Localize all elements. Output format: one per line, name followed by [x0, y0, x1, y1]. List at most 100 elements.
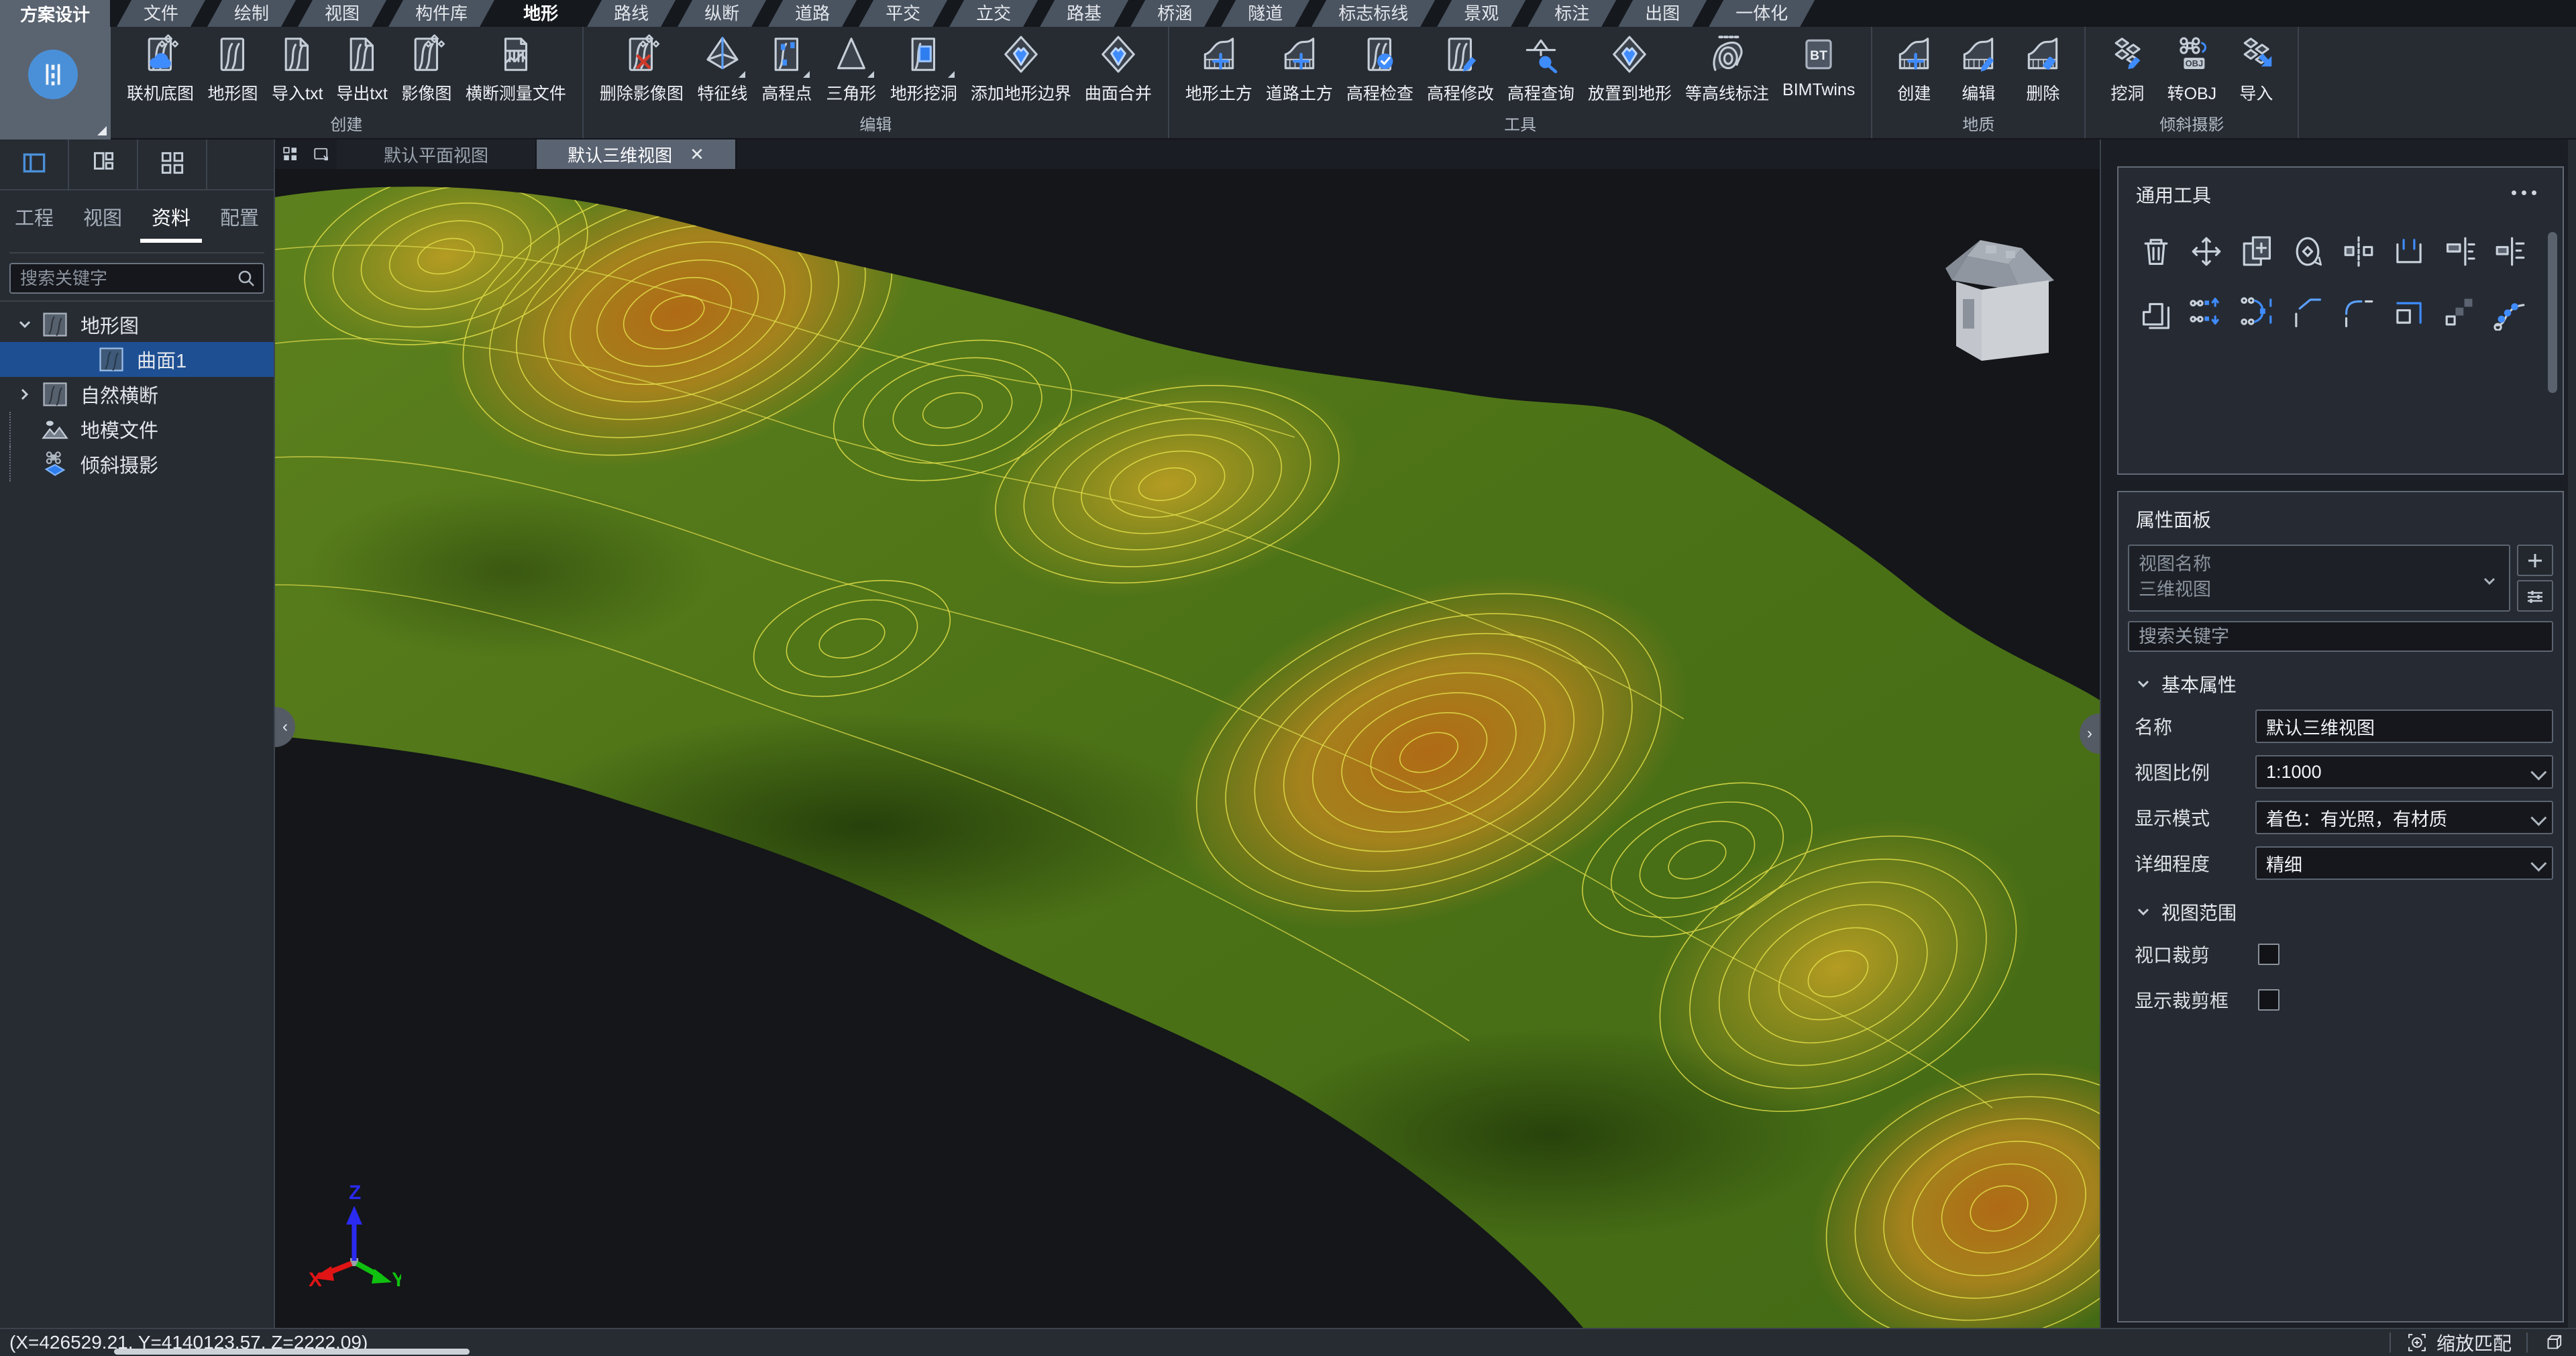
properties-search-input[interactable] — [2128, 621, 2553, 652]
tool-move-button[interactable] — [2182, 232, 2233, 274]
ribbon-geology-create-button[interactable]: 创建 — [1882, 31, 1946, 107]
tool-array-button[interactable] — [2434, 292, 2485, 334]
show-clip-box-checkbox[interactable] — [2258, 989, 2279, 1011]
ribbon-image-map-button[interactable]: 影像图 — [394, 31, 459, 107]
tree-item-曲面1[interactable]: 曲面1 — [0, 342, 274, 377]
tool-copy-button[interactable] — [2232, 232, 2283, 274]
home-view-house-icon[interactable] — [1939, 227, 2059, 374]
view-name-dropdown[interactable]: 视图名称 三维视图 — [2128, 545, 2510, 612]
ribbon-place-on-terrain-button[interactable]: 放置到地形 — [1581, 31, 1678, 107]
ribbon-import-txt-button[interactable]: 导入txt — [265, 31, 329, 107]
layout-mosaic-button[interactable] — [88, 148, 119, 182]
tool-mirror-button[interactable] — [2333, 232, 2384, 274]
filter-settings-button[interactable] — [2517, 580, 2553, 612]
tool-fillet-button[interactable] — [2333, 292, 2384, 334]
viewport[interactable]: 默认平面视图默认三维视图✕ — [275, 139, 2100, 1328]
app-home-button[interactable]: 方案设计 — [0, 0, 110, 27]
status-scrollbar[interactable] — [114, 1349, 470, 1355]
menu-tab-一体化[interactable]: 一体化 — [1709, 0, 1815, 27]
menu-tab-路基[interactable]: 路基 — [1040, 0, 1128, 27]
zoom-fit-button[interactable]: 缩放匹配 — [2406, 1329, 2512, 1356]
ribbon-oblique-hole-button[interactable]: 挖洞 — [2095, 31, 2159, 107]
menu-tab-纵断[interactable]: 纵断 — [678, 0, 766, 27]
display-mode-select[interactable]: 着色：有光照，有材质 — [2255, 801, 2553, 834]
menu-tab-隧道[interactable]: 隧道 — [1221, 0, 1309, 27]
tool-stretch-down-button[interactable] — [2232, 292, 2283, 334]
menu-tab-视图[interactable]: 视图 — [298, 0, 386, 27]
ribbon-export-txt-button[interactable]: 导出txt — [329, 31, 394, 107]
view-cube-button[interactable] — [2542, 1331, 2576, 1354]
terrain-3d-canvas[interactable] — [275, 169, 2100, 1328]
viewport-clip-checkbox[interactable] — [2258, 944, 2279, 965]
ribbon-terrain-map-button[interactable]: 地形图 — [201, 31, 265, 107]
layout-grid-button[interactable] — [157, 148, 188, 182]
ribbon-elevation-point-button[interactable]: 高程点 — [755, 31, 819, 107]
view-scale-select[interactable]: 1:1000 — [2255, 755, 2553, 789]
ribbon-elevation-query-button[interactable]: 高程查询 — [1501, 31, 1581, 107]
ribbon-satellite-basemap-button[interactable]: 联机底图 — [120, 31, 201, 107]
layout-single-button[interactable] — [19, 148, 50, 182]
tool-distribute-button[interactable] — [2485, 232, 2536, 274]
sidebar-tab-资料[interactable]: 资料 — [137, 203, 205, 231]
expander-right-icon[interactable] — [9, 386, 40, 403]
ribbon-delete-image-button[interactable]: 删除影像图 — [593, 31, 690, 107]
section-basic-properties[interactable]: 基本属性 — [2135, 671, 2563, 697]
menu-tab-构件库[interactable]: 构件库 — [388, 0, 494, 27]
menu-tab-标志标线[interactable]: 标志标线 — [1311, 0, 1435, 27]
ribbon-merge-surface-button[interactable]: 曲面合并 — [1078, 31, 1159, 107]
ribbon-feature-line-button[interactable]: 特征线 — [690, 31, 755, 107]
close-icon[interactable]: ✕ — [690, 144, 704, 165]
tool-delete-button[interactable] — [2131, 232, 2182, 274]
tools-scrollbar[interactable] — [2548, 232, 2557, 393]
app-logo-block[interactable] — [0, 27, 111, 139]
ribbon-elevation-check-button[interactable]: 高程检查 — [1340, 31, 1420, 107]
menu-tab-平交[interactable]: 平交 — [859, 0, 947, 27]
menu-tab-标注[interactable]: 标注 — [1527, 0, 1616, 27]
tool-offset-button[interactable] — [2131, 292, 2182, 334]
sidebar-tab-配置[interactable]: 配置 — [205, 203, 274, 231]
tree-item-地模文件[interactable]: 地模文件 — [0, 412, 274, 447]
menu-tab-出图[interactable]: 出图 — [1618, 0, 1707, 27]
name-input[interactable]: 默认三维视图 — [2255, 710, 2553, 743]
detail-level-select[interactable]: 精细 — [2255, 846, 2553, 880]
menu-tab-路线[interactable]: 路线 — [587, 0, 676, 27]
tool-trim-button[interactable] — [2384, 232, 2435, 274]
tool-chamfer-button[interactable] — [2283, 292, 2334, 334]
tree-item-地形图[interactable]: 地形图 — [0, 307, 274, 342]
ribbon-terrain-earthwork-button[interactable]: 地形土方 — [1179, 31, 1259, 107]
ribbon-terrain-hole-button[interactable]: 地形挖洞 — [883, 31, 964, 107]
ribbon-road-earthwork-button[interactable]: 道路土方 — [1259, 31, 1340, 107]
ribbon-to-obj-button[interactable]: OBJ转OBJ — [2159, 31, 2224, 107]
menu-tab-景观[interactable]: 景观 — [1437, 0, 1525, 27]
tool-scale-button[interactable] — [2384, 292, 2435, 334]
view-tab-默认三维视图[interactable]: 默认三维视图✕ — [537, 139, 737, 169]
tool-align-button[interactable] — [2434, 232, 2485, 274]
ribbon-geology-edit-button[interactable]: 编辑 — [1946, 31, 2010, 107]
tree-item-自然横断[interactable]: 自然横断 — [0, 377, 274, 412]
ribbon-triangle-button[interactable]: 三角形 — [819, 31, 883, 107]
sidebar-tab-工程[interactable]: 工程 — [0, 203, 68, 231]
section-view-range[interactable]: 视图范围 — [2135, 899, 2563, 925]
ribbon-cross-section-file-button[interactable]: 横断测量文件 — [459, 31, 573, 107]
sidebar-tab-视图[interactable]: 视图 — [68, 203, 137, 231]
ribbon-add-terrain-boundary-button[interactable]: 添加地形边界 — [964, 31, 1078, 107]
view-tab-默认平面视图[interactable]: 默认平面视图 — [337, 139, 537, 169]
menu-tab-桥涵[interactable]: 桥涵 — [1130, 0, 1219, 27]
ribbon-oblique-import-button[interactable]: 导入 — [2224, 31, 2288, 107]
ribbon-contour-annotate-button[interactable]: 等高线标注 — [1678, 31, 1776, 107]
tool-spline-button[interactable] — [2485, 292, 2536, 334]
ribbon-elevation-edit-button[interactable]: 高程修改 — [1420, 31, 1501, 107]
expander-down-icon[interactable] — [9, 316, 40, 333]
menu-tab-文件[interactable]: 文件 — [117, 0, 205, 27]
tool-stretch-up-button[interactable] — [2182, 292, 2233, 334]
tree-item-倾斜摄影[interactable]: 倾斜摄影 — [0, 447, 274, 482]
sidebar-search-input[interactable] — [9, 263, 264, 294]
view-layout-icon[interactable] — [275, 139, 306, 169]
ribbon-geology-delete-button[interactable]: 删除 — [2010, 31, 2075, 107]
tool-rotate-button[interactable] — [2283, 232, 2334, 274]
menu-tab-地形[interactable]: 地形 — [496, 0, 585, 27]
more-options-icon[interactable] — [2512, 190, 2542, 196]
menu-tab-立交[interactable]: 立交 — [949, 0, 1038, 27]
menu-tab-绘制[interactable]: 绘制 — [207, 0, 296, 27]
add-view-button[interactable] — [2517, 545, 2553, 576]
